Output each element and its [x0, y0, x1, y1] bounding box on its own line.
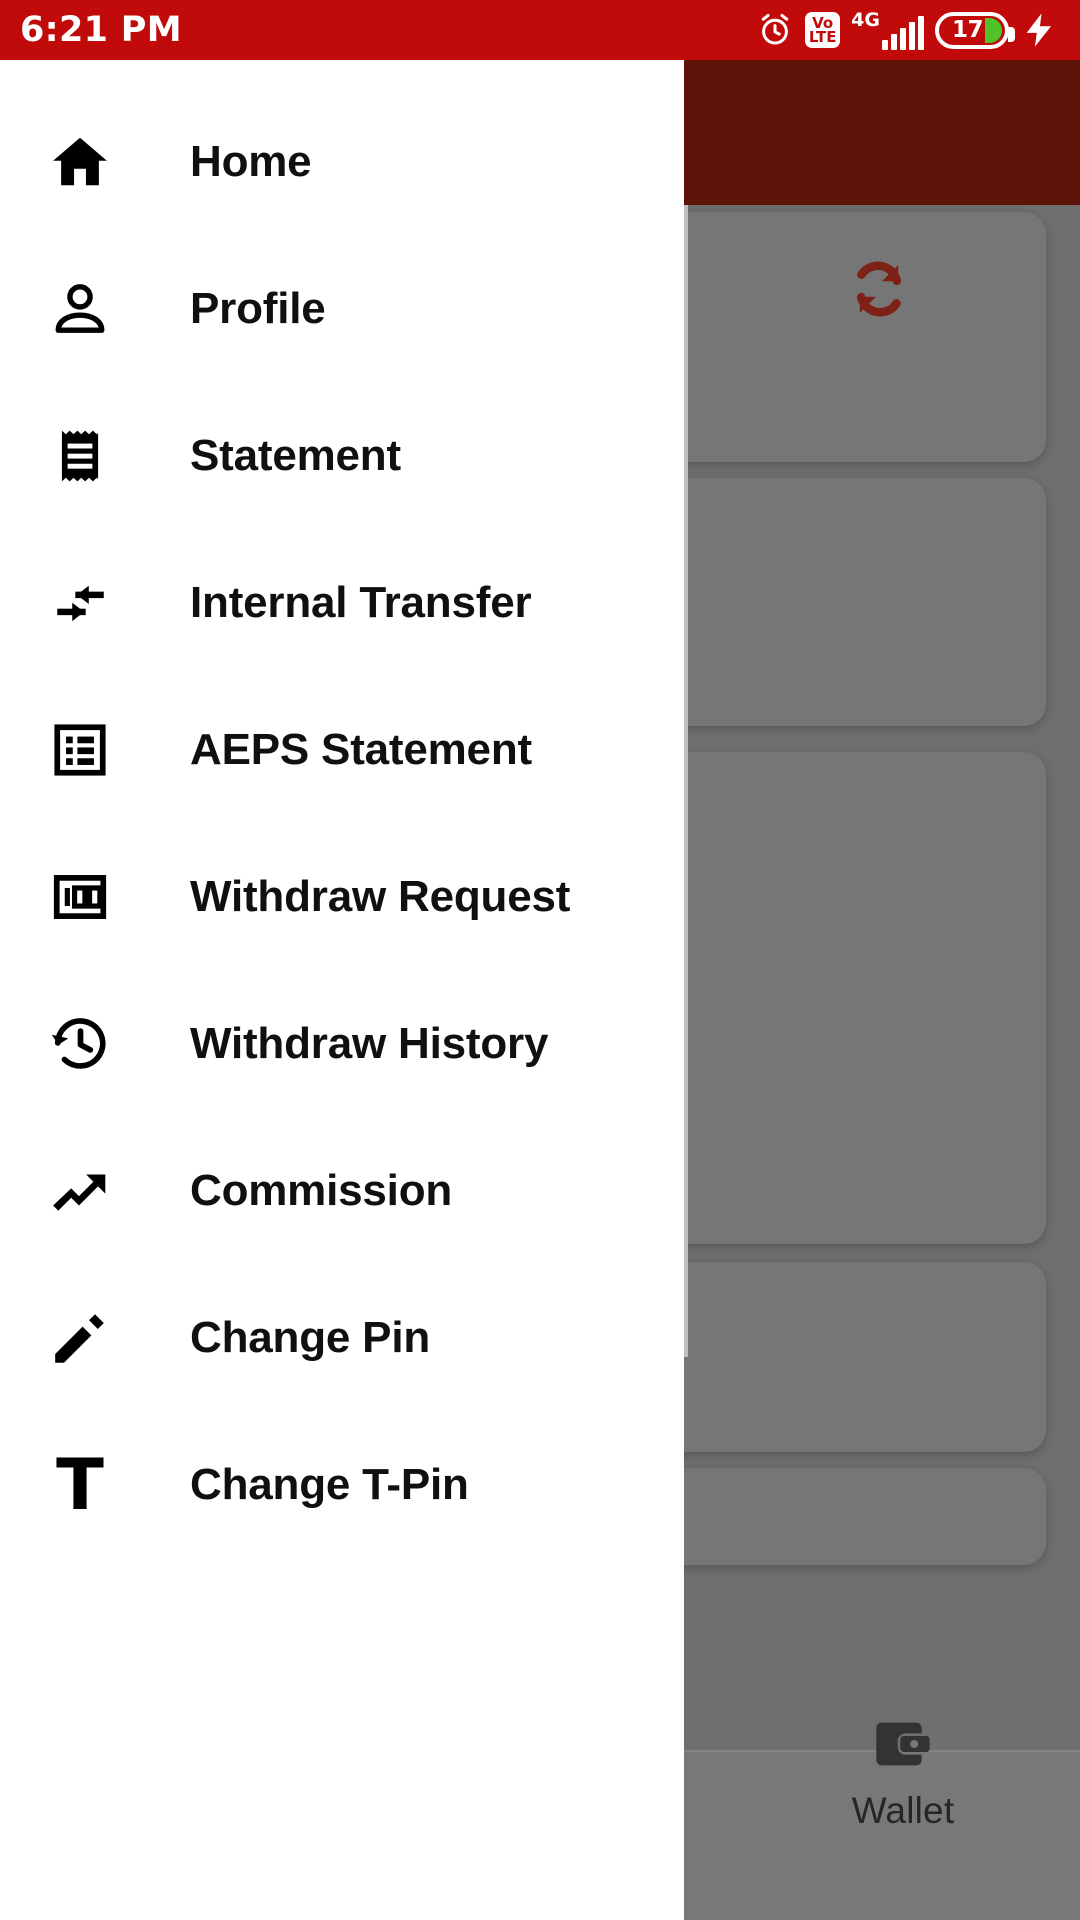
menu-item-change-t-pin[interactable]: T Change T-Pin — [0, 1411, 684, 1558]
charging-bolt-icon — [1020, 10, 1058, 50]
menu-item-profile[interactable]: Profile — [0, 235, 684, 382]
menu-item-label: Change Pin — [190, 1312, 431, 1362]
trending-up-icon — [44, 1155, 116, 1227]
history-clock-icon — [44, 1008, 116, 1080]
menu-item-label: Statement — [190, 430, 401, 480]
alarm-clock-icon — [756, 10, 794, 50]
menu-item-label: Home — [190, 136, 312, 186]
receipt-icon — [44, 420, 116, 492]
menu-item-statement[interactable]: Statement — [0, 382, 684, 529]
list-box-icon — [44, 714, 116, 786]
menu-item-withdraw-request[interactable]: Withdraw Request — [0, 823, 684, 970]
home-icon — [44, 126, 116, 198]
banknote-100-icon — [44, 861, 116, 933]
refresh-sync-icon[interactable] — [840, 250, 918, 328]
navigation-drawer: Home Profile Statement Internal Transfer… — [0, 60, 684, 1920]
letter-t-glyph: T — [56, 1443, 104, 1526]
menu-item-commission[interactable]: Commission — [0, 1117, 684, 1264]
menu-item-withdraw-history[interactable]: Withdraw History — [0, 970, 684, 1117]
wallet-icon — [871, 1712, 935, 1776]
battery-fill — [985, 17, 1002, 43]
bottom-nav-item-wallet[interactable]: Wallet — [828, 1712, 978, 1832]
signal-bars-icon: 4G — [851, 8, 924, 50]
swap-arrows-icon — [44, 567, 116, 639]
menu-item-label: Withdraw History — [190, 1018, 549, 1068]
menu-item-label: Profile — [190, 283, 326, 333]
pencil-icon — [44, 1302, 116, 1374]
status-bar: 6:21 PM Vo LTE 4G 17 — [0, 0, 1080, 60]
phone-screen: Wallet 6:21 PM Vo LTE 4G 17 Home Profile… — [0, 0, 1080, 1920]
menu-item-aeps-statement[interactable]: AEPS Statement — [0, 676, 684, 823]
menu-item-label: Commission — [190, 1165, 453, 1215]
menu-item-change-pin[interactable]: Change Pin — [0, 1264, 684, 1411]
person-icon — [44, 273, 116, 345]
menu-item-label: Internal Transfer — [190, 577, 532, 627]
menu-item-label: Change T-Pin — [190, 1459, 469, 1509]
network-type-label: 4G — [851, 8, 880, 31]
letter-t-icon: T — [44, 1449, 116, 1521]
menu-item-label: AEPS Statement — [190, 724, 532, 774]
volte-bottom-text: LTE — [808, 28, 837, 46]
menu-item-internal-transfer[interactable]: Internal Transfer — [0, 529, 684, 676]
battery-percent-label: 17 — [951, 17, 984, 43]
menu-item-label: Withdraw Request — [190, 871, 571, 921]
volte-icon: Vo LTE — [805, 12, 841, 48]
status-bar-icons: Vo LTE 4G 17 — [756, 10, 1058, 50]
signal-strength-bars — [882, 14, 924, 50]
battery-icon: 17 — [935, 11, 1015, 49]
status-bar-clock: 6:21 PM — [20, 10, 182, 50]
bottom-nav-label: Wallet — [851, 1790, 955, 1831]
drawer-menu-list: Home Profile Statement Internal Transfer… — [0, 60, 684, 1558]
menu-item-home[interactable]: Home — [0, 88, 684, 235]
